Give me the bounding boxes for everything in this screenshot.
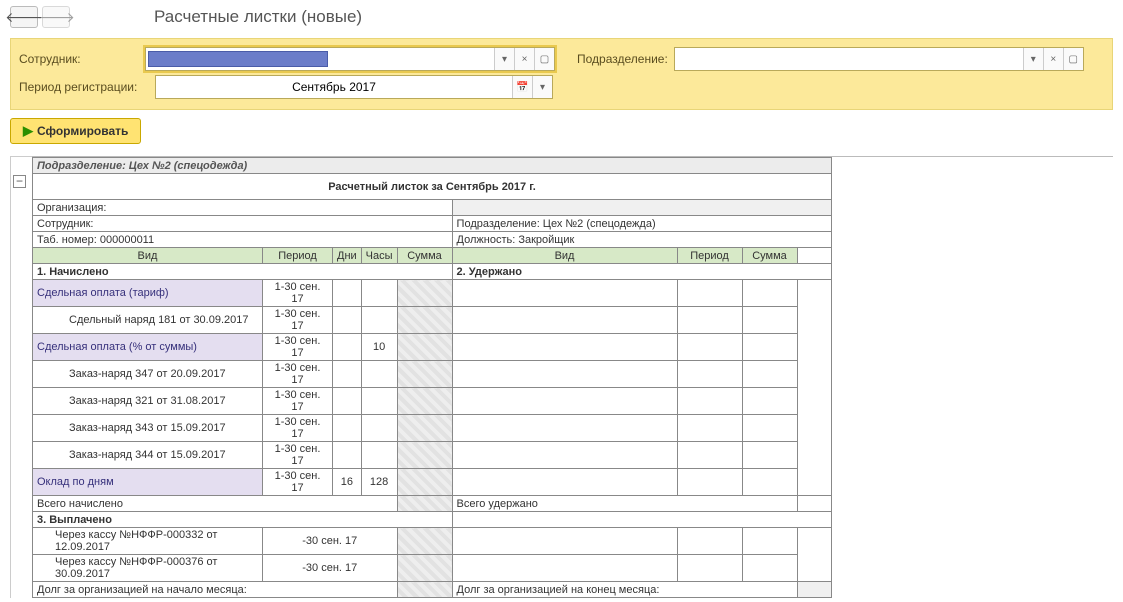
col-days: Дни — [333, 248, 362, 264]
row-sum — [397, 442, 452, 469]
sec-withheld: 2. Удержано — [452, 264, 831, 280]
row-name: Сдельная оплата (тариф) — [33, 280, 263, 307]
row-sum — [397, 280, 452, 307]
row-hours — [361, 415, 397, 442]
row-name: Сдельная оплата (% от суммы) — [33, 334, 263, 361]
row-hours — [361, 442, 397, 469]
row-name: Заказ-наряд 321 от 31.08.2017 — [33, 388, 263, 415]
dept-header: Подразделение: Цех №2 (спецодежда) — [33, 158, 832, 174]
period-dropdown-button[interactable]: ▾ — [532, 76, 552, 98]
department-clear-button[interactable]: × — [1043, 48, 1063, 70]
col-kind-r: Вид — [452, 248, 677, 264]
col-period-r: Период — [677, 248, 742, 264]
row-days — [333, 280, 362, 307]
report-area: − Подразделение: Цех №2 (спецодежда) Рас… — [10, 156, 1113, 598]
row-hours — [361, 307, 397, 334]
employee-open-button[interactable]: ▢ — [534, 48, 554, 70]
total-withheld: Всего удержано — [452, 496, 797, 512]
row-sum — [397, 388, 452, 415]
col-sum-r: Сумма — [742, 248, 797, 264]
row-name: Оклад по дням — [33, 469, 263, 496]
col-sum-l: Сумма — [397, 248, 452, 264]
row-period: 1-30 сен. 17 — [263, 334, 333, 361]
col-hours: Часы — [361, 248, 397, 264]
row-sum — [397, 361, 452, 388]
forward-button[interactable]: 🡒 — [42, 6, 70, 28]
sec-accrued: 1. Начислено — [33, 264, 453, 280]
toolbar: 🡐 🡒 Расчетные листки (новые) — [0, 0, 1123, 34]
calendar-icon[interactable]: 📅 — [512, 76, 532, 98]
employee-dropdown-button[interactable]: ▾ — [494, 48, 514, 70]
row-days — [333, 307, 362, 334]
col-period-l: Период — [263, 248, 333, 264]
emp-label: Сотрудник: — [37, 218, 94, 230]
row-hours — [361, 361, 397, 388]
play-icon: ▶ — [23, 123, 33, 139]
filter-panel: Сотрудник: ▾ × ▢ Подразделение: ▾ × ▢ Пе… — [10, 38, 1113, 110]
row-days — [333, 415, 362, 442]
col-kind-l: Вид — [33, 248, 263, 264]
debt-end: Долг за организацией на конец месяца: — [452, 582, 797, 598]
tree-collapse-button[interactable]: − — [13, 175, 26, 188]
generate-button[interactable]: ▶ Сформировать — [10, 118, 141, 144]
info-position: Должность: Закройщик — [452, 232, 831, 248]
row-name: Заказ-наряд 343 от 15.09.2017 — [33, 415, 263, 442]
paid-period: -30 сен. 17 — [263, 555, 398, 582]
row-days: 16 — [333, 469, 362, 496]
period-label: Период регистрации: — [19, 80, 149, 94]
generate-label: Сформировать — [37, 124, 128, 138]
row-period: 1-30 сен. 17 — [263, 307, 333, 334]
row-sum — [397, 469, 452, 496]
sec-paid: 3. Выплачено — [33, 512, 453, 528]
row-sum — [397, 334, 452, 361]
paid-period: -30 сен. 17 — [263, 528, 398, 555]
row-period: 1-30 сен. 17 — [263, 469, 333, 496]
row-hours — [361, 388, 397, 415]
paid-name: Через кассу №НФФР-000332 от 12.09.2017 — [33, 528, 263, 555]
info-dept: Подразделение: Цех №2 (спецодежда) — [452, 216, 831, 232]
department-label: Подразделение: — [577, 52, 668, 66]
row-hours: 10 — [361, 334, 397, 361]
tree-gutter: − — [10, 156, 32, 598]
period-input-wrap: 📅 ▾ — [155, 75, 553, 99]
paid-name: Через кассу №НФФР-000376 от 30.09.2017 — [33, 555, 263, 582]
debt-start: Долг за организацией на начало месяца: — [33, 582, 398, 598]
row-hours — [361, 280, 397, 307]
employee-input-wrap: ▾ × ▢ — [145, 47, 555, 71]
row-period: 1-30 сен. 17 — [263, 442, 333, 469]
row-hours: 128 — [361, 469, 397, 496]
row-days — [333, 334, 362, 361]
payslip-table: Подразделение: Цех №2 (спецодежда) Расче… — [32, 157, 832, 598]
back-button[interactable]: 🡐 — [10, 6, 38, 28]
employee-clear-button[interactable]: × — [514, 48, 534, 70]
page-title: Расчетные листки (новые) — [154, 7, 362, 27]
row-name: Заказ-наряд 344 от 15.09.2017 — [33, 442, 263, 469]
row-days — [333, 442, 362, 469]
row-days — [333, 388, 362, 415]
row-period: 1-30 сен. 17 — [263, 361, 333, 388]
department-dropdown-button[interactable]: ▾ — [1023, 48, 1043, 70]
row-sum — [397, 415, 452, 442]
employee-label: Сотрудник: — [19, 52, 139, 66]
row-period: 1-30 сен. 17 — [263, 280, 333, 307]
row-period: 1-30 сен. 17 — [263, 388, 333, 415]
row-name: Сдельный наряд 181 от 30.09.2017 — [33, 307, 263, 334]
row-days — [333, 361, 362, 388]
org-label: Организация: — [37, 202, 106, 214]
payslip-title: Расчетный листок за Сентябрь 2017 г. — [33, 174, 832, 200]
row-sum — [397, 307, 452, 334]
period-input[interactable] — [156, 76, 512, 98]
row-period: 1-30 сен. 17 — [263, 415, 333, 442]
row-name: Заказ-наряд 347 от 20.09.2017 — [33, 361, 263, 388]
department-input-wrap: ▾ × ▢ — [674, 47, 1084, 71]
tab-num: Таб. номер: 000000011 — [33, 232, 453, 248]
total-accrued: Всего начислено — [33, 496, 398, 512]
department-input[interactable] — [675, 48, 1023, 70]
department-open-button[interactable]: ▢ — [1063, 48, 1083, 70]
employee-value-redacted — [148, 51, 328, 67]
